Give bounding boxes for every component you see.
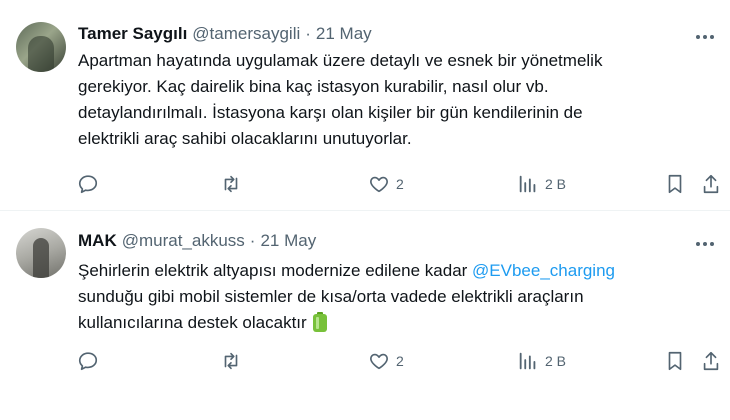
tweet-text-line: kullanıcılarına destek olacaktır <box>78 310 708 336</box>
retweet-icon <box>220 173 242 195</box>
like-icon <box>368 173 390 195</box>
bookmark-icon <box>665 173 685 195</box>
tweet-text-line: Apartman hayatında uygulamak üzere detay… <box>78 51 603 70</box>
reply-icon <box>77 173 99 195</box>
tweet-actions: 2 2 B <box>0 171 730 197</box>
like-count: 2 <box>396 353 404 369</box>
timeline: Tamer Saygılı @tamersaygili · 21 May Apa… <box>0 0 730 420</box>
separator: · <box>249 231 256 250</box>
tweet-date[interactable]: 21 May <box>316 24 372 44</box>
tweet[interactable]: Tamer Saygılı @tamersaygili · 21 May Apa… <box>0 0 730 211</box>
like-button[interactable]: 2 <box>368 348 404 374</box>
reply-button[interactable] <box>77 348 99 374</box>
reply-button[interactable] <box>77 171 99 197</box>
separator: · <box>305 24 311 43</box>
tweet-header: MAK @murat_akkuss · 21 May <box>78 231 316 251</box>
views-button[interactable]: 2 B <box>517 348 566 374</box>
share-icon <box>701 173 721 195</box>
avatar[interactable] <box>16 22 66 72</box>
tweet-text-line: sunduğu gibi mobil sistemler de kısa/ort… <box>78 287 584 306</box>
like-button[interactable]: 2 <box>368 171 404 197</box>
more-icon[interactable] <box>694 233 716 255</box>
bookmark-button[interactable] <box>665 171 685 197</box>
mention-link[interactable]: @EVbee_charging <box>472 261 615 280</box>
like-count: 2 <box>396 176 404 192</box>
user-handle[interactable]: @murat_akkuss <box>122 231 245 251</box>
tweet-text-line: gerekiyor. Kaç dairelik bina kaç istasyo… <box>78 77 549 96</box>
tweet-text: Apartman hayatında uygulamak üzere detay… <box>78 48 708 152</box>
bookmark-button[interactable] <box>665 348 685 374</box>
view-count: 2 B <box>545 353 567 369</box>
tweet-text-line: detaylandırılmalı. İstasyona karşı olan … <box>78 103 583 122</box>
bookmark-icon <box>665 350 685 372</box>
tweet-text-line: Şehirlerin elektrik altyapısı modernize … <box>78 258 708 284</box>
battery-icon <box>312 312 327 332</box>
divider <box>0 210 730 211</box>
tweet-text-line: elektrikli araç sahibi olacaklarını unut… <box>78 129 412 148</box>
share-button[interactable] <box>701 348 721 374</box>
avatar[interactable] <box>16 228 66 278</box>
like-icon <box>368 350 390 372</box>
display-name[interactable]: MAK <box>78 231 117 251</box>
view-count: 2 B <box>545 176 567 192</box>
display-name[interactable]: Tamer Saygılı <box>78 24 187 44</box>
retweet-button[interactable] <box>220 171 242 197</box>
user-handle[interactable]: @tamersaygili <box>192 24 300 44</box>
more-icon[interactable] <box>694 26 716 48</box>
share-icon <box>701 350 721 372</box>
reply-icon <box>77 350 99 372</box>
tweet-text: Şehirlerin elektrik altyapısı modernize … <box>78 258 708 336</box>
tweet-text-segment: Şehirlerin elektrik altyapısı modernize … <box>78 261 473 280</box>
tweet[interactable]: MAK @murat_akkuss · 21 May Şehirlerin el… <box>0 212 730 420</box>
views-icon <box>517 350 539 372</box>
retweet-icon <box>220 350 242 372</box>
retweet-button[interactable] <box>220 348 242 374</box>
tweet-date[interactable]: 21 May <box>260 231 316 251</box>
views-button[interactable]: 2 B <box>517 171 566 197</box>
tweet-text-segment: kullanıcılarına destek olacaktır <box>78 313 307 332</box>
tweet-actions: 2 2 B <box>0 348 730 374</box>
views-icon <box>517 173 539 195</box>
tweet-header: Tamer Saygılı @tamersaygili · 21 May <box>78 24 372 44</box>
share-button[interactable] <box>701 171 721 197</box>
